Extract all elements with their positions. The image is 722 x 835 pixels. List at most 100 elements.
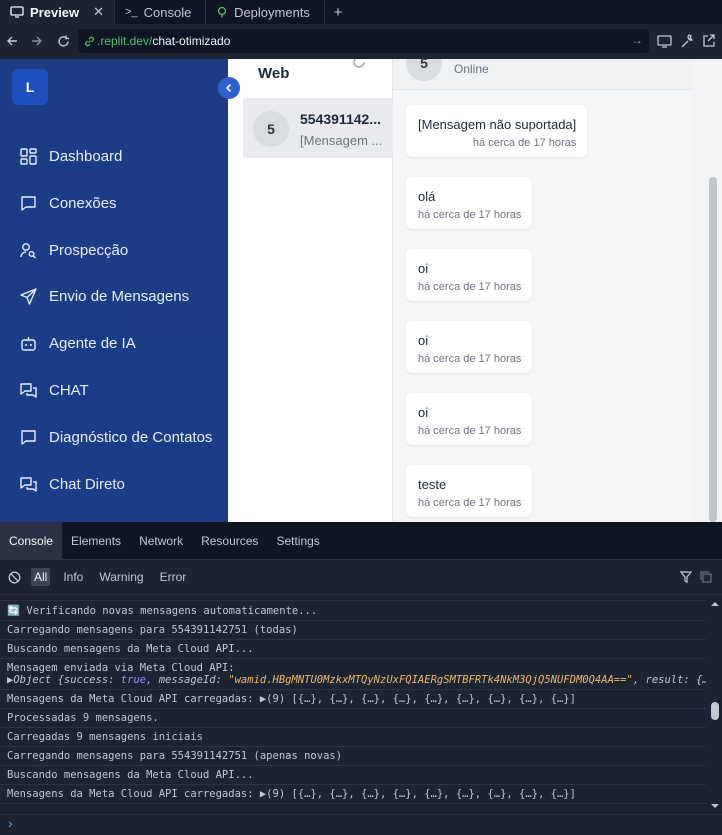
copy-icon[interactable] — [700, 571, 712, 583]
url-input[interactable]: .replit.dev/chat-otimizado → — [78, 29, 649, 53]
chat-list-item[interactable]: 5 554391142... [Mensagem ... — [243, 98, 393, 158]
log-entry: Mensagem enviada via Meta Cloud API: ▶Ob… — [0, 659, 706, 690]
avatar: 5 — [406, 59, 442, 81]
chevron-left-icon — [225, 83, 232, 93]
message-text: teste — [418, 477, 447, 492]
sidebar-item-conexoes[interactable]: Conexões — [20, 190, 117, 216]
log-entry: Carregando mensagens para 554391142751 (… — [0, 621, 706, 640]
user-search-icon — [20, 242, 36, 258]
filter-error[interactable]: Error — [157, 568, 190, 586]
message-time: há cerca de 17 horas — [418, 281, 522, 293]
wrench-icon[interactable] — [678, 30, 696, 52]
preview-scrollbar[interactable] — [693, 59, 722, 522]
message-bubble: teste há cerca de 17 horas — [406, 465, 533, 517]
sidebar-item-label: Prospecção — [49, 241, 129, 259]
reload-button[interactable] — [51, 29, 75, 53]
external-link-icon[interactable] — [700, 30, 718, 52]
chats-icon — [20, 476, 37, 492]
tab-console[interactable]: Console — [0, 521, 63, 560]
chat-bubble-icon — [21, 195, 36, 211]
sidebar-item-chat[interactable]: CHAT — [20, 377, 89, 403]
message-text: olá — [418, 189, 436, 204]
collapse-sidebar-button[interactable] — [218, 77, 240, 99]
chat-bubble-icon — [21, 429, 36, 445]
close-icon[interactable]: ✕ — [93, 4, 104, 20]
sidebar-item-dashboard[interactable]: Dashboard — [20, 143, 122, 169]
browser-tab-bar: Preview ✕ >_ Console Deployments + — [0, 0, 722, 24]
tab-elements[interactable]: Elements — [62, 522, 130, 560]
refresh-icon[interactable] — [352, 59, 366, 69]
tab-settings[interactable]: Settings — [267, 522, 328, 560]
message-bubble: oi há cerca de 17 horas — [406, 249, 533, 301]
log-entry: Processadas 9 mensagens. — [0, 709, 706, 728]
tab-preview[interactable]: Preview ✕ — [0, 0, 116, 24]
log-object-true: true — [120, 674, 147, 686]
devices-icon[interactable] — [656, 30, 674, 52]
sidebar-item-diagnostico[interactable]: Diagnóstico de Contatos — [20, 424, 212, 450]
scroll-down-icon[interactable] — [711, 802, 719, 810]
go-icon[interactable]: → — [631, 33, 643, 47]
tab-deployments[interactable]: Deployments — [206, 0, 326, 24]
link-icon — [85, 36, 94, 46]
sidebar-item-label: Envio de Mensagens — [49, 287, 190, 305]
tab-network[interactable]: Network — [130, 522, 192, 560]
message-text: oi — [418, 333, 429, 348]
reload-icon — [57, 35, 69, 47]
message-time: há cerca de 17 horas — [418, 497, 522, 509]
filter-warning[interactable]: Warning — [96, 568, 146, 586]
chat-contact-name: 554391142... — [300, 111, 381, 127]
message-text: oi — [418, 261, 429, 276]
filter-icon[interactable] — [680, 571, 692, 583]
sidebar-item-label: Dashboard — [49, 147, 123, 165]
scrollbar-thumb[interactable] — [711, 702, 719, 720]
log-entry[interactable]: Mensagens da Meta Cloud API carregadas: … — [0, 690, 706, 709]
deploy-icon — [217, 6, 227, 18]
back-button[interactable] — [0, 29, 24, 53]
message-bubble: oi há cerca de 17 horas — [406, 321, 533, 373]
log-object-suffix: , result: {…}} — [632, 674, 706, 686]
message-time: há cerca de 17 horas — [418, 425, 522, 437]
tab-deployments-label: Deployments — [234, 4, 310, 20]
conversation-panel: 5 Online [Mensagem não suportada] há cer… — [393, 59, 693, 522]
log-entry: Carregando mensagens para 554391142751 (… — [0, 747, 706, 766]
message-time: há cerca de 17 horas — [418, 209, 522, 221]
tab-console[interactable]: >_ Console — [115, 0, 207, 24]
contact-status: Online — [454, 62, 489, 76]
tab-preview-label: Preview — [30, 4, 80, 20]
scroll-up-icon[interactable] — [711, 600, 719, 608]
sidebar-item-agente-ia[interactable]: Agente de IA — [20, 330, 136, 356]
forward-button[interactable] — [25, 29, 49, 53]
dashboard-icon — [20, 147, 37, 165]
address-bar-row: .replit.dev/chat-otimizado → — [0, 24, 722, 59]
chat-list-panel: Web 5 554391142... [Mensagem ... — [228, 59, 393, 522]
arrow-right-icon — [32, 36, 42, 46]
tab-console-label: Console — [143, 4, 192, 20]
sidebar-item-label: Conexões — [49, 194, 117, 212]
sidebar-item-chat-direto[interactable]: Chat Direto — [20, 471, 125, 497]
log-entry: Buscando mensagens da Meta Cloud API... — [0, 766, 706, 785]
log-object[interactable]: ▶Object {success: true, messageId: "wami… — [7, 674, 706, 686]
log-entry[interactable]: Mensagens da Meta Cloud API carregadas: … — [0, 785, 706, 804]
monitor-icon — [10, 6, 24, 18]
clear-console-icon[interactable] — [8, 571, 21, 584]
app-preview: L Dashboard Conexões Prospecção Envio de… — [0, 59, 722, 522]
sidebar-item-label: CHAT — [49, 381, 89, 399]
filter-info[interactable]: Info — [60, 568, 86, 586]
console-log-list: 🔄 Verificando novas mensagens automatica… — [0, 596, 706, 814]
message-bubble: oi há cerca de 17 horas — [406, 393, 533, 445]
send-icon — [20, 287, 37, 305]
message-text: oi — [418, 405, 429, 420]
log-object-prefix: ▶Object {success: — [7, 674, 121, 686]
console-input[interactable]: › — [0, 814, 722, 835]
avatar: 5 — [253, 111, 289, 147]
tab-resources[interactable]: Resources — [192, 522, 267, 560]
console-scrollbar[interactable] — [711, 600, 719, 810]
filter-all[interactable]: All — [31, 568, 51, 586]
sidebar-item-envio[interactable]: Envio de Mensagens — [20, 283, 189, 309]
console-filter-bar: All Info Warning Error — [0, 560, 722, 595]
scrollbar-thumb[interactable] — [709, 177, 717, 522]
new-tab-button[interactable]: + — [325, 0, 351, 24]
log-entry: Buscando mensagens da Meta Cloud API... — [0, 640, 706, 659]
sidebar-item-prospeccao[interactable]: Prospecção — [20, 237, 128, 263]
log-entry: 🔄 Verificando novas mensagens automatica… — [0, 601, 706, 621]
